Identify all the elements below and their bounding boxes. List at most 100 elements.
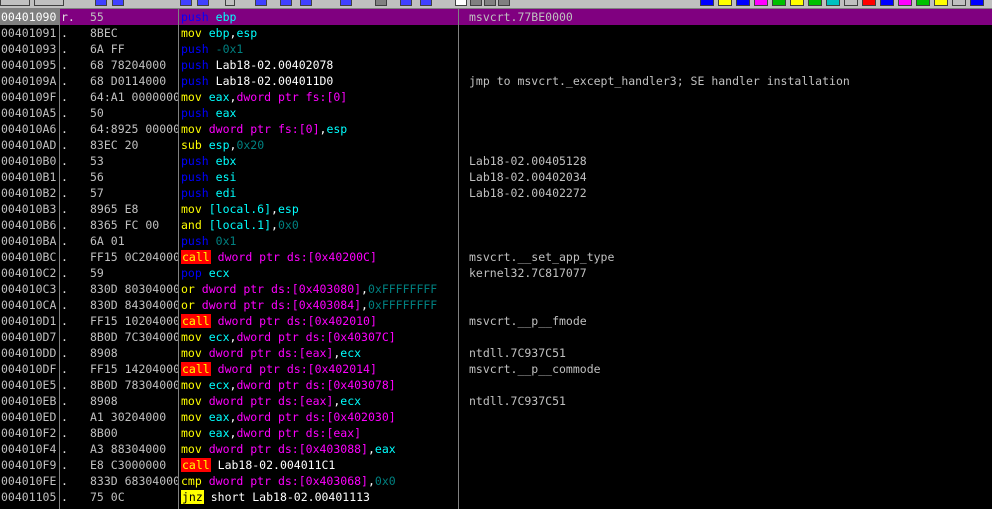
column-divider[interactable] (458, 9, 459, 509)
toolbar-button[interactable] (255, 0, 267, 6)
disasm-row[interactable]: 004010C3. 830D 80304000 FFor dword ptr ds… (0, 281, 992, 297)
toolbar-button[interactable] (197, 0, 209, 6)
toolbar-button[interactable] (898, 0, 912, 6)
disasm-row[interactable]: 004010EB. 8908 mov dword ptr ds:[eax],ecx n… (0, 393, 992, 409)
comment-cell: ntdll.7C937C51 (469, 346, 566, 360)
disasm-row[interactable]: 004010BC. FF15 0C204000 call dword ptr ds:… (0, 249, 992, 265)
toolbar-button[interactable] (952, 0, 966, 6)
toolbar-button[interactable] (112, 0, 124, 6)
disasm-row[interactable]: 00401105. 75 0C jnz short Lab18-02.0040111… (0, 489, 992, 505)
toolbar-button[interactable] (375, 0, 387, 6)
toolbar-button[interactable] (970, 0, 984, 6)
instruction-token: sub (181, 138, 202, 152)
toolbar-button[interactable] (455, 0, 467, 6)
disasm-row[interactable]: 004010A6. 64:8925 00000000mov dword ptr f… (0, 121, 992, 137)
toolbar-button[interactable] (736, 0, 750, 6)
instruction-token: call (181, 362, 211, 376)
address-cell: 004010EB (1, 394, 57, 408)
disasm-row[interactable]: 004010F2. 8B00 mov eax,dword ptr ds:[eax] (0, 425, 992, 441)
column-divider[interactable] (59, 9, 60, 509)
disasm-row[interactable]: 004010BA. 6A 01 push 0x1 (0, 233, 992, 249)
flow-marker: . (61, 90, 68, 104)
address-cell: 00401105 (1, 490, 57, 504)
instruction-token: 0xFFFFFFFF (367, 298, 438, 312)
hex-dump-cell: A3 88304000 (90, 442, 167, 456)
disasm-row[interactable]: 00401093. 6A FF push -0x1 (0, 41, 992, 57)
disasm-row[interactable]: 00401091. 8BEC mov ebp,esp (0, 25, 992, 41)
toolbar-button[interactable] (95, 0, 107, 6)
toolbar-button[interactable] (498, 0, 510, 6)
toolbar-button[interactable] (225, 0, 235, 6)
disasm-row[interactable]: 004010ED. A1 30204000 mov eax,dword ptr ds… (0, 409, 992, 425)
disasm-row[interactable]: 004010A5. 50 push eax (0, 105, 992, 121)
disassembly-pane[interactable]: 00401090r.55push ebpmsvcrt.77BE000000401… (0, 9, 992, 509)
address-cell: 004010D7 (1, 330, 57, 344)
toolbar-button[interactable] (484, 0, 496, 6)
disasm-row[interactable]: 004010DF. FF15 14204000 call dword ptr ds:… (0, 361, 992, 377)
toolbar-button[interactable] (916, 0, 930, 6)
toolbar-button[interactable] (180, 0, 192, 6)
disasm-row[interactable]: 004010AD. 83EC 20 sub esp,0x20 (0, 137, 992, 153)
comment-cell (469, 201, 992, 217)
disassembly-cell: mov eax,dword ptr fs:[0] (181, 89, 458, 105)
disasm-row[interactable]: 00401090r. 55 push ebp msvcrt.77BE0000 (0, 9, 992, 25)
toolbar-button[interactable] (826, 0, 840, 6)
flow-marker: . (61, 186, 68, 200)
instruction-token: esi (215, 170, 237, 184)
address-cell: 004010BC (1, 250, 57, 264)
instruction-token: , (361, 282, 368, 296)
disasm-row[interactable]: 004010F4. A3 88304000 mov dword ptr ds:[0x… (0, 441, 992, 457)
disassembly-cell: and [local.1],0x0 (181, 217, 458, 233)
toolbar-button[interactable] (470, 0, 482, 6)
disasm-row[interactable]: 004010B0. 53 push ebx Lab18-02.00405128 (0, 153, 992, 169)
toolbar-button[interactable] (280, 0, 292, 6)
disasm-row[interactable]: 004010DD. 8908 mov dword ptr ds:[eax],ecx n… (0, 345, 992, 361)
comment-cell: kernel32.7C817077 (469, 266, 587, 280)
toolbar-button[interactable] (754, 0, 768, 6)
toolbar-button[interactable] (844, 0, 858, 6)
address-cell: 004010D1 (1, 314, 57, 328)
instruction-token: 0x20 (236, 138, 265, 152)
toolbar-button[interactable] (420, 0, 432, 6)
column-divider[interactable] (178, 9, 179, 509)
toolbar-button[interactable] (340, 0, 352, 6)
flow-marker: . (61, 218, 68, 232)
hex-dump-cell: 8908 (90, 346, 118, 360)
disasm-row[interactable]: 00401095. 68 78204000 push Lab18-02.004020… (0, 57, 992, 73)
disasm-row[interactable]: 004010F9. E8 C3000000 call Lab18-02.004011… (0, 457, 992, 473)
toolbar-button[interactable] (880, 0, 894, 6)
disasm-row[interactable]: 004010CA. 830D 84304000 FFor dword ptr ds… (0, 297, 992, 313)
instruction-token: call (181, 250, 211, 264)
toolbar-button[interactable] (300, 0, 312, 6)
disasm-row[interactable]: 004010B3. 8965 E8 mov [local.6],esp (0, 201, 992, 217)
hex-dump-cell: E8 C3000000 (90, 458, 167, 472)
toolbar-button[interactable] (34, 0, 64, 6)
comment-cell: jmp to msvcrt._except_handler3; SE handl… (469, 74, 850, 88)
toolbar-button[interactable] (934, 0, 948, 6)
disasm-row[interactable]: 004010B6. 8365 FC 00 and [local.1],0x0 (0, 217, 992, 233)
disasm-row[interactable]: 004010B2. 57 push edi Lab18-02.00402272 (0, 185, 992, 201)
toolbar-button[interactable] (400, 0, 412, 6)
disasm-row[interactable]: 0040109A. 68 D0114000 push Lab18-02.004011… (0, 73, 992, 89)
toolbar-button[interactable] (0, 0, 30, 6)
disasm-row[interactable]: 004010FE. 833D 68304000 00cmp dword ptr d… (0, 473, 992, 489)
toolbar-button[interactable] (808, 0, 822, 6)
toolbar-button[interactable] (862, 0, 876, 6)
instruction-token (202, 394, 209, 408)
disasm-row[interactable]: 0040109F. 64:A1 00000000 mov eax,dword ptr… (0, 89, 992, 105)
disasm-row[interactable]: 004010D7. 8B0D 7C304000 mov ecx,dword ptr … (0, 329, 992, 345)
instruction-token: eax (208, 90, 230, 104)
address-cell: 00401095 (1, 58, 57, 72)
disasm-row[interactable]: 004010C2. 59 pop ecx kernel32.7C817077 (0, 265, 992, 281)
disassembly-cell: sub esp,0x20 (181, 137, 458, 153)
toolbar-button[interactable] (700, 0, 714, 6)
toolbar-button[interactable] (790, 0, 804, 6)
disasm-row[interactable]: 004010B1. 56 push esi Lab18-02.00402034 (0, 169, 992, 185)
instruction-token: , (367, 474, 375, 488)
disasm-row[interactable]: 004010E5. 8B0D 78304000 mov ecx,dword ptr … (0, 377, 992, 393)
hex-dump-cell: 833D 68304000 00 (90, 474, 178, 488)
toolbar-button[interactable] (718, 0, 732, 6)
toolbar-button[interactable] (772, 0, 786, 6)
disasm-row[interactable]: 004010D1. FF15 10204000 call dword ptr ds:… (0, 313, 992, 329)
hex-dump-cell: 830D 84304000 FF (90, 298, 178, 312)
